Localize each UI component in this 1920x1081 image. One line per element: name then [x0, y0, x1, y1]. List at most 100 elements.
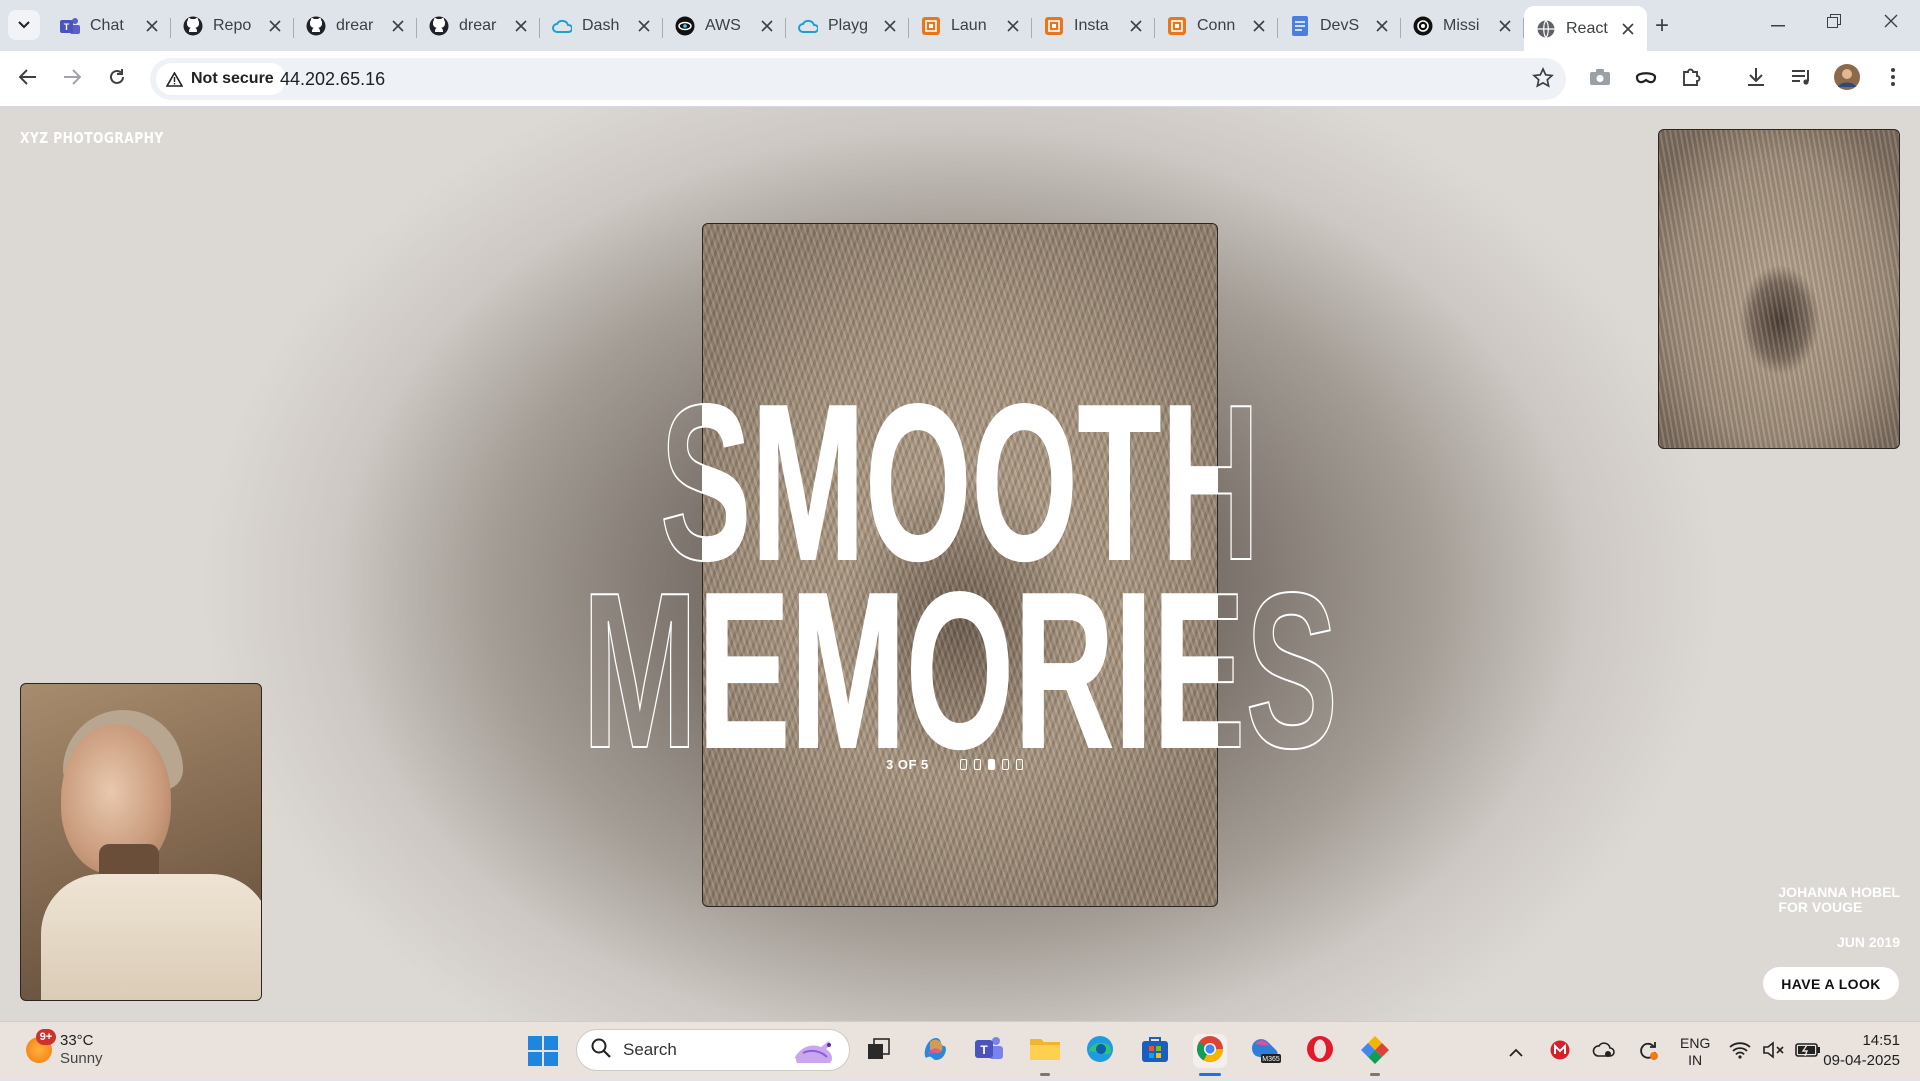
tab-search-button[interactable] [8, 10, 40, 40]
start-button[interactable] [528, 1036, 558, 1071]
close-icon [1884, 14, 1898, 33]
minimize-button[interactable] [1758, 8, 1798, 38]
photo-credit: JOHANNA HOBEL FOR VOUGE [1778, 885, 1900, 915]
back-button[interactable] [12, 63, 44, 95]
teams-button[interactable]: T [972, 1034, 1006, 1068]
browser-tab[interactable]: Dash [540, 6, 663, 46]
browser-tab[interactable]: drear [294, 6, 417, 46]
copilot-button[interactable] [918, 1034, 952, 1068]
mcafee-icon [1550, 1040, 1570, 1063]
browser-tab[interactable]: DevS [1278, 6, 1401, 46]
pagination-dot[interactable] [1002, 759, 1009, 770]
tab-label: drear [336, 17, 374, 34]
tab-close-icon[interactable] [1373, 17, 1391, 35]
app-button[interactable] [1358, 1034, 1392, 1076]
tab-close-icon[interactable] [266, 17, 284, 35]
brand-logo[interactable]: XYZ PHOTOGRAPHY [20, 129, 164, 147]
browser-tab[interactable]: AWS [663, 6, 786, 46]
svg-text:M365: M365 [1262, 1056, 1280, 1063]
extension-button[interactable] [1630, 63, 1662, 95]
next-slide-thumbnail[interactable] [1658, 129, 1900, 449]
restore-button[interactable] [1814, 8, 1854, 38]
pagination-dot[interactable] [960, 759, 967, 770]
tray-app-m[interactable] [1544, 1036, 1576, 1068]
tab-close-icon[interactable] [1004, 17, 1022, 35]
url-text[interactable]: 44.202.65.16 [280, 69, 385, 90]
address-bar[interactable]: Not secure 44.202.65.16 [150, 58, 1566, 100]
pagination-dot[interactable] [1016, 759, 1023, 770]
tab-close-icon[interactable] [1496, 17, 1514, 35]
pagination-dot[interactable] [974, 759, 981, 770]
m365-button[interactable]: M365 [1248, 1034, 1282, 1068]
chrome-button[interactable] [1193, 1034, 1227, 1076]
opera-button[interactable] [1303, 1034, 1337, 1068]
reload-button[interactable] [101, 63, 133, 95]
search-icon [591, 1038, 611, 1063]
running-indicator [1040, 1073, 1050, 1076]
mask-icon [1635, 68, 1657, 91]
browser-tab[interactable]: Insta [1032, 6, 1155, 46]
cloud-sync-icon [1592, 1041, 1616, 1062]
store-icon [1140, 1035, 1170, 1068]
new-tab-button[interactable]: + [1648, 12, 1676, 40]
chevron-up-icon [1509, 1044, 1523, 1060]
weather-widget[interactable]: 9+ 33°C Sunny [26, 1029, 103, 1068]
tab-close-icon[interactable] [512, 17, 530, 35]
chevron-down-icon [18, 16, 30, 34]
bookmark-star-icon[interactable] [1532, 66, 1554, 94]
tab-close-icon[interactable] [1250, 17, 1268, 35]
tab-close-icon[interactable] [635, 17, 653, 35]
profile-avatar[interactable] [1831, 63, 1863, 95]
show-hidden-icons-button[interactable] [1500, 1036, 1532, 1068]
cloud-icon [552, 16, 572, 36]
browser-tab[interactable]: Playg [786, 6, 909, 46]
m365-icon: M365 [1249, 1034, 1281, 1069]
tab-close-icon[interactable] [143, 17, 161, 35]
close-window-button[interactable] [1871, 8, 1911, 38]
have-a-look-button[interactable]: HAVE A LOOK [1763, 967, 1899, 1000]
task-view-button[interactable] [862, 1034, 896, 1068]
tray-onedrive[interactable] [1588, 1036, 1620, 1068]
browser-tab[interactable]: Laun [909, 6, 1032, 46]
input-language[interactable]: ENG IN [1680, 1035, 1710, 1069]
browser-menu-button[interactable] [1877, 63, 1909, 95]
previous-slide-thumbnail[interactable] [20, 683, 262, 1001]
taskbar-search[interactable]: Search [576, 1029, 850, 1071]
media-control-button[interactable] [1786, 63, 1818, 95]
browser-tab[interactable]: Repo [171, 6, 294, 46]
battery-status[interactable] [1792, 1036, 1824, 1068]
wifi-status[interactable] [1724, 1036, 1756, 1068]
tab-close-icon[interactable] [389, 17, 407, 35]
downloads-button[interactable] [1740, 63, 1772, 95]
browser-tab[interactable]: Missi [1401, 6, 1524, 46]
browser-tab[interactable]: drear [417, 6, 540, 46]
github-icon [183, 16, 203, 36]
tab-close-icon[interactable] [881, 17, 899, 35]
pagination-dot[interactable] [988, 759, 995, 770]
teams-icon: T [974, 1035, 1004, 1068]
puzzle-icon [1680, 66, 1702, 93]
aws-ec2-icon [1167, 16, 1187, 36]
tab-close-icon[interactable] [1619, 20, 1637, 38]
forward-button[interactable] [56, 63, 88, 95]
store-button[interactable] [1138, 1034, 1172, 1068]
chrome-icon [1195, 1034, 1225, 1069]
security-indicator[interactable]: Not secure [156, 63, 286, 95]
volume-status[interactable] [1758, 1036, 1790, 1068]
screenshot-button[interactable] [1584, 63, 1616, 95]
camera-icon [1589, 68, 1611, 91]
sun-icon: 9+ [26, 1029, 56, 1063]
browser-tab[interactable]: Conn [1155, 6, 1278, 46]
cloud-icon [798, 16, 818, 36]
tray-update[interactable] [1632, 1036, 1664, 1068]
docs-icon [1290, 16, 1310, 36]
edge-button[interactable] [1083, 1034, 1117, 1068]
file-explorer-button[interactable] [1028, 1034, 1062, 1076]
tab-close-icon[interactable] [1127, 17, 1145, 35]
tab-close-icon[interactable] [758, 17, 776, 35]
browser-tab[interactable]: T Chat [48, 6, 171, 46]
extensions-menu-button[interactable] [1675, 63, 1707, 95]
tab-active[interactable]: React [1524, 6, 1647, 51]
notification-badge: 9+ [36, 1029, 56, 1045]
clock[interactable]: 14:51 09-04-2025 [1823, 1031, 1900, 1071]
